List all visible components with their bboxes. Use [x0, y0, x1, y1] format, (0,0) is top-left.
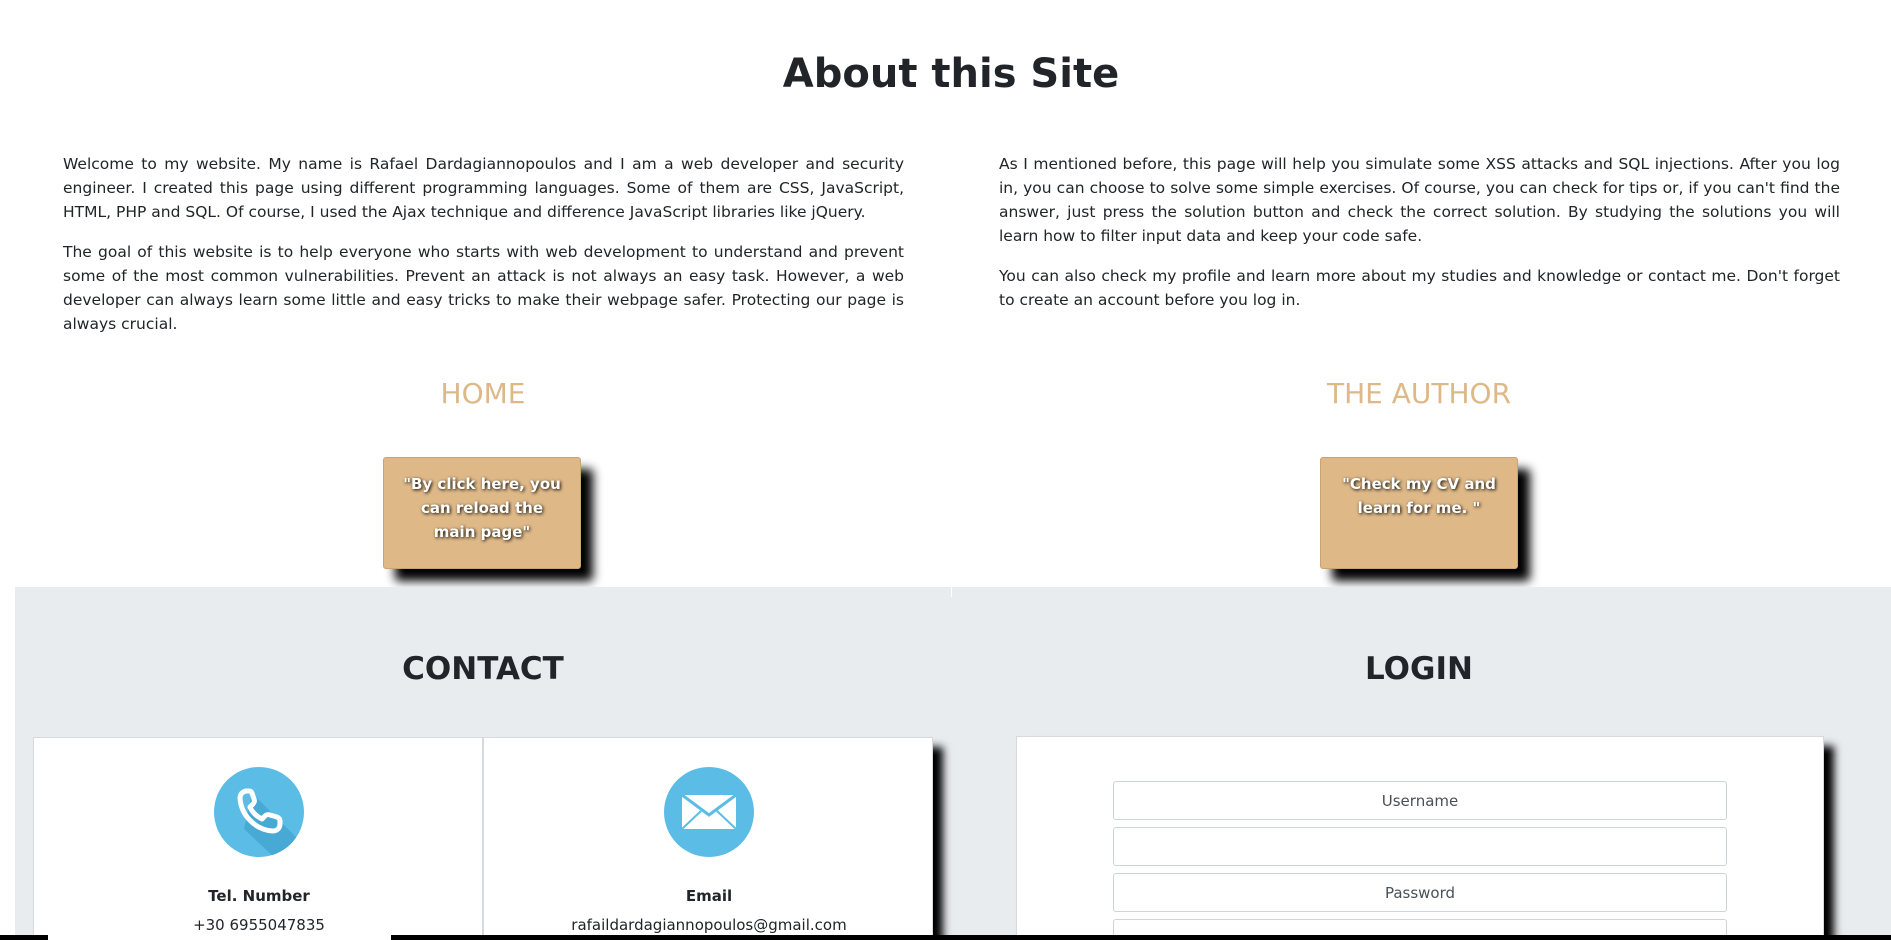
password-input[interactable]	[1113, 873, 1727, 912]
home-heading: HOME	[440, 377, 526, 410]
login-card	[1016, 736, 1824, 940]
envelope-icon	[664, 767, 754, 857]
bottom-scroll-thumb[interactable]	[48, 935, 391, 940]
phone-card: Tel. Number +30 6955047835	[33, 737, 483, 940]
login-heading: LOGIN	[1365, 651, 1473, 687]
about-paragraph: Welcome to my website. My name is Rafael…	[63, 155, 904, 221]
login-blank-input[interactable]	[1113, 827, 1727, 866]
home-tile-text: "By click here, you can reload the main …	[403, 475, 561, 541]
email-value[interactable]: rafaildardagiannopoulos@gmail.com	[484, 915, 934, 935]
about-left-column: Welcome to my website. My name is Rafael…	[63, 152, 904, 352]
author-tile-button[interactable]: "Check my CV and learn for me. "	[1320, 457, 1518, 569]
author-heading: THE AUTHOR	[1326, 377, 1512, 410]
about-right-column: As I mentioned before, this page will he…	[999, 152, 1840, 328]
about-paragraph: As I mentioned before, this page will he…	[999, 155, 1840, 245]
home-tile-button[interactable]: "By click here, you can reload the main …	[383, 457, 581, 569]
author-tile-text: "Check my CV and learn for me. "	[1342, 475, 1496, 517]
page-title: About this Site	[782, 51, 1120, 97]
email-label: Email	[685, 887, 733, 905]
page: About this Site Welcome to my website. M…	[0, 0, 1891, 940]
phone-icon	[214, 767, 304, 857]
band-divider	[951, 587, 952, 597]
phone-value: +30 6955047835	[193, 916, 325, 934]
username-input[interactable]	[1113, 781, 1727, 820]
about-paragraph: You can also check my profile and learn …	[999, 267, 1840, 309]
email-card: Email rafaildardagiannopoulos@gmail.com	[483, 737, 933, 940]
about-paragraph: The goal of this website is to help ever…	[63, 243, 904, 333]
phone-label: Tel. Number	[208, 887, 310, 905]
contact-heading: CONTACT	[402, 651, 564, 687]
